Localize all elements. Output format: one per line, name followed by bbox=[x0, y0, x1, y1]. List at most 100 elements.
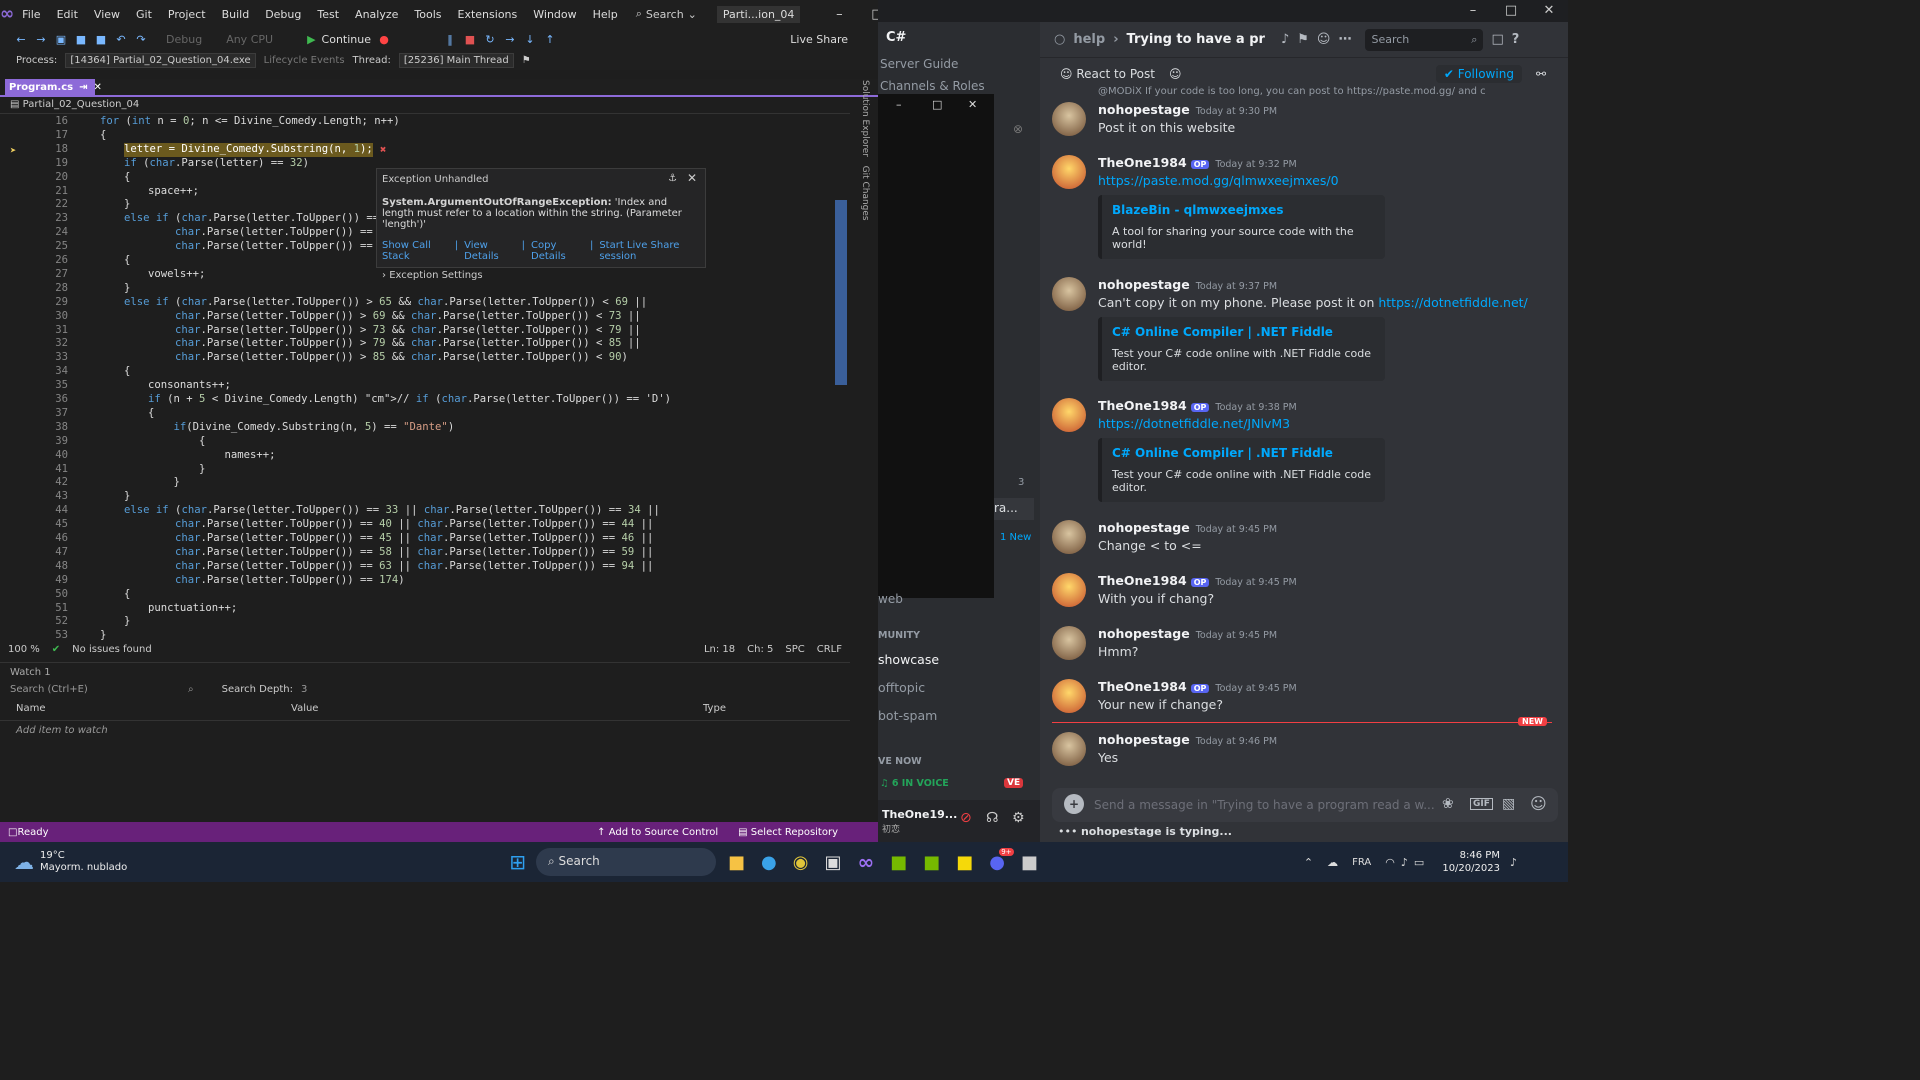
close-tab-icon[interactable]: ✕ bbox=[93, 82, 101, 94]
error-icon[interactable]: ✖ bbox=[380, 144, 386, 158]
menu-help[interactable]: Help bbox=[585, 8, 626, 21]
thread-item[interactable]: ra... bbox=[994, 498, 1034, 520]
code-line[interactable]: if(Divine_Comedy.Substring(n, 5) == "Dan… bbox=[148, 421, 455, 435]
code-line[interactable]: char.Parse(letter.ToUpper()) == bbox=[124, 226, 373, 240]
config-dropdown[interactable]: Debug bbox=[166, 33, 202, 46]
add-source-control[interactable]: ↑ Add to Source Control bbox=[597, 827, 718, 838]
live-share-button[interactable]: Live Share bbox=[790, 33, 848, 46]
code-line[interactable]: char.Parse(letter.ToUpper()) == bbox=[124, 240, 373, 254]
channel-web[interactable]: web bbox=[878, 592, 903, 606]
code-line[interactable]: char.Parse(letter.ToUpper()) > 79 && cha… bbox=[124, 337, 641, 351]
code-line[interactable]: char.Parse(letter.ToUpper()) == 174) bbox=[124, 574, 405, 588]
maximize-icon[interactable]: □ bbox=[932, 98, 942, 111]
exception-settings[interactable]: › Exception Settings bbox=[382, 270, 700, 281]
solution-explorer-tab[interactable]: Solution Explorer bbox=[860, 80, 870, 157]
embed-title[interactable]: BlazeBin - qlmwxeejmxes bbox=[1112, 203, 1375, 217]
avatar[interactable] bbox=[1052, 573, 1086, 607]
col-type[interactable]: Type bbox=[703, 703, 726, 714]
message-text[interactable]: https://dotnetfiddle.net/JNlvM3 bbox=[1098, 416, 1290, 431]
volume-icon[interactable]: ♪ bbox=[1401, 856, 1408, 869]
process-dropdown[interactable]: [14364] Partial_02_Question_04.exe bbox=[65, 52, 256, 68]
code-line[interactable]: char.Parse(letter.ToUpper()) > 73 && cha… bbox=[124, 324, 641, 338]
new-indicator[interactable]: 1 New bbox=[1000, 532, 1031, 543]
undo-icon[interactable]: ↶ bbox=[114, 33, 128, 46]
col-name[interactable]: Name bbox=[16, 703, 291, 714]
bell-icon[interactable]: ♪ bbox=[1281, 32, 1289, 47]
select-repo[interactable]: ▤ Select Repository bbox=[738, 827, 838, 838]
code-line[interactable]: names++; bbox=[148, 449, 276, 463]
col-value[interactable]: Value bbox=[291, 703, 703, 714]
code-line[interactable]: for (int n = 0; n <= Divine_Comedy.Lengt… bbox=[100, 115, 400, 129]
avatar[interactable] bbox=[1052, 679, 1086, 713]
channels-roles[interactable]: Channels & Roles bbox=[878, 71, 1040, 93]
taskbar-search[interactable]: ⌕ Search bbox=[536, 848, 716, 876]
message-link[interactable]: https://dotnetfiddle.net/ bbox=[1378, 295, 1527, 310]
channel-offtopic[interactable]: offtopic bbox=[878, 680, 925, 695]
server-guide[interactable]: Server Guide bbox=[878, 53, 1040, 71]
step-into-icon[interactable]: ↓ bbox=[523, 33, 537, 46]
chrome-icon[interactable]: ◉ bbox=[793, 852, 809, 873]
embed-title[interactable]: C# Online Compiler | .NET Fiddle bbox=[1112, 446, 1375, 460]
thread-dropdown[interactable]: [25236] Main Thread bbox=[398, 52, 514, 68]
username[interactable]: TheOne1984 bbox=[1098, 679, 1187, 694]
username[interactable]: TheOne1984 bbox=[1098, 155, 1187, 170]
members-icon[interactable]: ☺ bbox=[1317, 32, 1331, 47]
message-text[interactable]: https://paste.mod.gg/qlmwxeejmxes/0 bbox=[1098, 173, 1339, 188]
stop-icon[interactable]: ■ bbox=[463, 33, 477, 46]
avatar[interactable] bbox=[1052, 732, 1086, 766]
message-input[interactable]: + Send a message in "Trying to have a pr… bbox=[1052, 788, 1558, 822]
code-line[interactable]: { bbox=[100, 129, 106, 143]
code-line[interactable]: if (n + 5 < Divine_Comedy.Length) "cm">/… bbox=[148, 393, 671, 407]
code-line[interactable]: vowels++; bbox=[148, 268, 205, 282]
avatar[interactable] bbox=[1052, 277, 1086, 311]
minimize-icon[interactable]: – bbox=[1454, 3, 1492, 18]
notification-bell-icon[interactable]: ♪ bbox=[1510, 856, 1517, 869]
menu-debug[interactable]: Debug bbox=[257, 8, 309, 21]
store-icon[interactable]: ▣ bbox=[824, 852, 841, 873]
menu-extensions[interactable]: Extensions bbox=[450, 8, 526, 21]
menu-analyze[interactable]: Analyze bbox=[347, 8, 406, 21]
settings-icon[interactable]: ⚙ bbox=[1012, 810, 1025, 826]
emoji-icon[interactable]: ☺ bbox=[1530, 794, 1547, 813]
file-explorer-icon[interactable]: ■ bbox=[728, 852, 745, 873]
close-popup-icon[interactable]: ✕ bbox=[687, 171, 697, 185]
code-line[interactable]: } bbox=[148, 463, 205, 477]
weather-cloud-icon[interactable]: ☁ bbox=[14, 850, 34, 874]
avatar[interactable] bbox=[1052, 626, 1086, 660]
avatar[interactable] bbox=[1052, 102, 1086, 136]
geforce-icon[interactable]: ■ bbox=[923, 852, 940, 873]
search-icon[interactable]: ⌕ bbox=[188, 684, 194, 695]
menu-git[interactable]: Git bbox=[128, 8, 160, 21]
inbox-icon[interactable]: □ bbox=[1491, 32, 1503, 47]
onedrive-icon[interactable]: ☁ bbox=[1327, 856, 1338, 869]
code-line[interactable]: } bbox=[124, 615, 130, 629]
code-line[interactable]: } bbox=[124, 198, 130, 212]
menu-view[interactable]: View bbox=[86, 8, 128, 21]
watch-search-input[interactable]: Search (Ctrl+E) bbox=[10, 684, 180, 695]
git-changes-tab[interactable]: Git Changes bbox=[860, 166, 870, 221]
menu-edit[interactable]: Edit bbox=[49, 8, 86, 21]
code-line[interactable]: char.Parse(letter.ToUpper()) > 85 && cha… bbox=[124, 351, 628, 365]
close-icon[interactable]: ✕ bbox=[1530, 3, 1568, 18]
menu-window[interactable]: Window bbox=[525, 8, 584, 21]
wifi-icon[interactable]: ◠ bbox=[1385, 856, 1395, 869]
server-name[interactable]: C# bbox=[878, 22, 1040, 53]
live-share-link[interactable]: Start Live Share session bbox=[599, 240, 700, 262]
code-line[interactable]: char.Parse(letter.ToUpper()) == 63 || ch… bbox=[124, 560, 653, 574]
tab-program-cs[interactable]: Program.cs ⇥ ✕ bbox=[5, 79, 102, 97]
back-icon[interactable]: ← bbox=[14, 33, 28, 46]
forward-icon[interactable]: → bbox=[34, 33, 48, 46]
code-line[interactable]: else if (char.Parse(letter.ToUpper()) == bbox=[124, 212, 379, 226]
side-panel-labels[interactable]: Solution Explorer Git Changes bbox=[856, 80, 870, 240]
code-line[interactable]: } bbox=[148, 476, 180, 490]
platform-dropdown[interactable]: Any CPU bbox=[226, 33, 273, 46]
username[interactable]: nohopestage bbox=[1098, 732, 1190, 747]
emoji-add-icon[interactable]: ☺ bbox=[1169, 67, 1182, 81]
code-line[interactable]: letter = Divine_Comedy.Substring(n, 1); bbox=[124, 142, 373, 157]
code-line[interactable]: else if (char.Parse(letter.ToUpper()) > … bbox=[124, 296, 647, 310]
following-button[interactable]: ✔ Following bbox=[1435, 65, 1522, 83]
code-line[interactable]: } bbox=[124, 490, 130, 504]
headphones-icon[interactable]: ☊ bbox=[986, 810, 998, 826]
voice-indicator[interactable]: ♫ 6 IN VOICE bbox=[880, 778, 949, 789]
reply-preview[interactable]: @MODiX If your code is too long, you can… bbox=[1098, 86, 1548, 97]
